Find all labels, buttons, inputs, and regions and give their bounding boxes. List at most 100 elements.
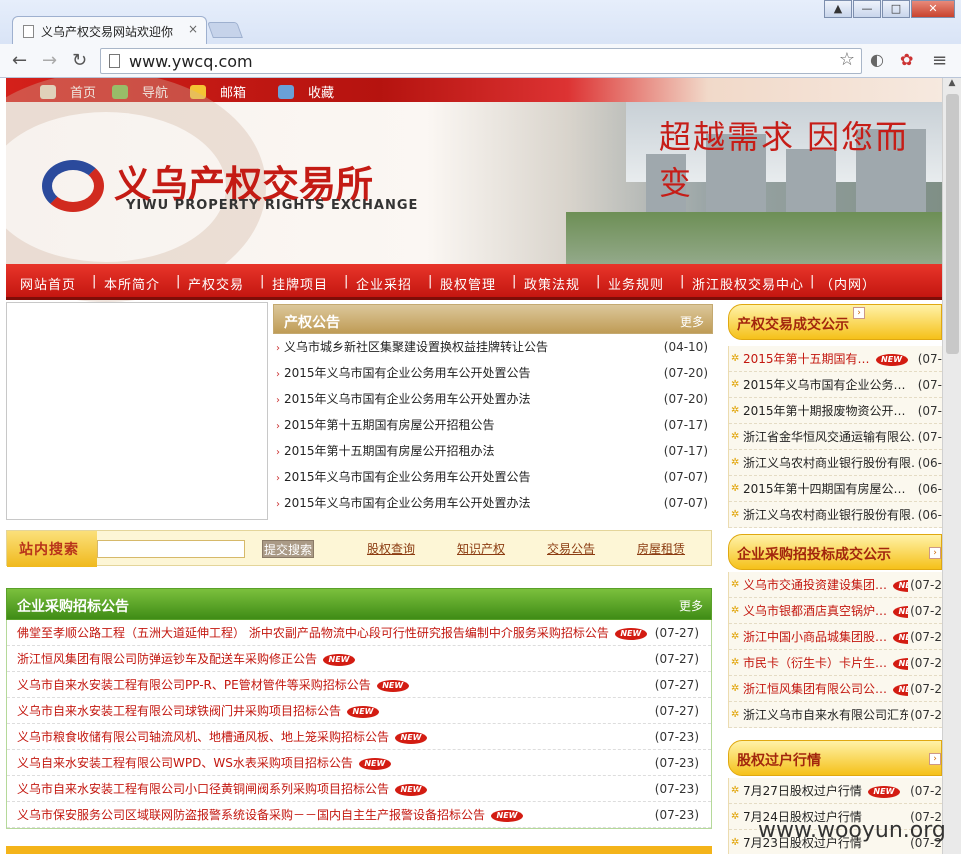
bids-item[interactable]: ✲义乌市交通投资建设集团…NEW(07-2	[729, 572, 942, 598]
procurement-more-link[interactable]: 更多	[679, 597, 703, 614]
procurement-item-text[interactable]: 浙江恒风集团有限公司防弹运钞车及配送车采购修正公告	[17, 652, 317, 666]
search-submit-button[interactable]: 提交搜索	[262, 540, 314, 558]
procurement-item-text[interactable]: 义乌自来水安装工程有限公司WPD、WS水表采购项目招标公告	[17, 756, 353, 770]
browser-tab[interactable]: 义乌产权交易网站欢迎你 ×	[12, 16, 207, 44]
reload-icon[interactable]: ↻	[72, 50, 87, 71]
notice-item[interactable]: › 2015年第十五期国有房屋公开招租公告 (07-17)	[276, 412, 708, 438]
tab-close-icon[interactable]: ×	[188, 22, 198, 36]
deals-item[interactable]: ✲ 浙江省金华恒风交通运输有限公… (07-	[729, 424, 942, 450]
equity-item[interactable]: ✲ 7月27日股权过户行情 NEW (07-2	[729, 778, 942, 804]
nav-about[interactable]: 本所简介	[104, 274, 160, 293]
bids-item-text[interactable]: 义乌市银都酒店真空锅炉…	[743, 604, 887, 618]
close-window-button[interactable]: ✕	[911, 0, 955, 18]
menu-icon[interactable]: ≡	[932, 50, 947, 71]
bids-item[interactable]: ✲市民卡（衍生卡）卡片生…NEW(07-2	[729, 650, 942, 676]
notice-item[interactable]: › 2015年义乌市国有企业公务用车公开处置公告 (07-07)	[276, 464, 708, 490]
notice-item[interactable]: › 义乌市城乡新社区集聚建设置换权益挂牌转让公告 (04-10)	[276, 334, 708, 360]
new-tab-button[interactable]	[207, 22, 243, 38]
deals-item[interactable]: ✲ 浙江义乌农村商业银行股份有限… (06-	[729, 502, 942, 528]
notice-item[interactable]: › 2015年义乌市国有企业公务用车公开处置办法 (07-20)	[276, 386, 708, 412]
nav-intranet[interactable]: （内网）	[820, 274, 876, 293]
trade-notice-link[interactable]: 交易公告	[547, 540, 595, 557]
notice-item-text[interactable]: 2015年义乌市国有企业公务用车公开处置公告	[284, 366, 531, 380]
nav-listing[interactable]: 挂牌项目	[272, 274, 328, 293]
bids-item-text[interactable]: 浙江中国小商品城集团股…	[743, 630, 887, 644]
procurement-item[interactable]: 佛堂至孝顺公路工程（五洲大道延伸工程） 浙中农副产品物流中心段可行性研究报告编制…	[7, 620, 711, 646]
extension-icon-2[interactable]: ✿	[900, 50, 913, 69]
bids-item[interactable]: ✲ 浙江义乌市自来水有限公司汇东… (07-2	[729, 702, 942, 728]
deals-item-text[interactable]: 2015年义乌市国有企业公务…	[743, 378, 906, 392]
arrow-right-icon[interactable]: ›	[929, 753, 941, 765]
procurement-item[interactable]: 义乌市自来水安装工程有限公司PP-R、PE管材管件等采购招标公告 NEW (07-2…	[7, 672, 711, 698]
search-input[interactable]	[97, 540, 245, 558]
equity-item-text[interactable]: 7月27日股权过户行情	[743, 784, 862, 798]
procurement-item-text[interactable]: 义乌市自来水安装工程有限公司PP-R、PE管材管件等采购招标公告	[17, 678, 371, 692]
maximize-button[interactable]: □	[882, 0, 910, 18]
deals-item[interactable]: ✲ 浙江义乌农村商业银行股份有限… (06-	[729, 450, 942, 476]
procurement-item-text[interactable]: 义乌市粮食收储有限公司轴流风机、地槽通风板、地上笼采购招标公告	[17, 730, 389, 744]
notice-item[interactable]: › 2015年义乌市国有企业公务用车公开处置公告 (07-20)	[276, 360, 708, 386]
bids-item-text[interactable]: 义乌市交通投资建设集团…	[743, 578, 887, 592]
bookmark-star-icon[interactable]: ☆	[839, 49, 855, 70]
nav-rules[interactable]: 业务规则	[608, 274, 664, 293]
scroll-thumb[interactable]	[946, 94, 959, 354]
bullet-icon: ✲	[731, 709, 740, 720]
bids-item-text[interactable]: 浙江义乌市自来水有限公司汇东…	[743, 708, 923, 722]
nav-procurement[interactable]: 企业采招	[356, 274, 412, 293]
arrow-right-icon[interactable]: ›	[853, 307, 865, 319]
notice-item-text[interactable]: 义乌市城乡新社区集聚建设置换权益挂牌转让公告	[284, 340, 548, 354]
procurement-item[interactable]: 义乌自来水安装工程有限公司WPD、WS水表采购项目招标公告 NEW (07-23)	[7, 750, 711, 776]
nav-trade[interactable]: 产权交易	[188, 274, 244, 293]
ip-link[interactable]: 知识产权	[457, 540, 505, 557]
deals-item-text[interactable]: 2015年第十四期国有房屋公…	[743, 482, 906, 496]
procurement-item[interactable]: 义乌市粮食收储有限公司轴流风机、地槽通风板、地上笼采购招标公告 NEW (07-23…	[7, 724, 711, 750]
extension-icon[interactable]: ◐	[870, 50, 884, 69]
notice-item-text[interactable]: 2015年义乌市国有企业公务用车公开处置办法	[284, 392, 531, 406]
notice-more-link[interactable]: 更多	[680, 313, 704, 330]
procurement-item-text[interactable]: 义乌市自来水安装工程有限公司球铁阀门井采购项目招标公告	[17, 704, 341, 718]
deals-item-text[interactable]: 浙江义乌农村商业银行股份有限…	[743, 508, 923, 522]
nav-policy[interactable]: 政策法规	[524, 274, 580, 293]
bids-item-text[interactable]: 市民卡（衍生卡）卡片生…	[743, 656, 887, 670]
bids-item[interactable]: ✲义乌市银都酒店真空锅炉…NEW(07-2	[729, 598, 942, 624]
logo-english: YIWU PROPERTY RIGHTS EXCHANGE	[126, 198, 419, 213]
procurement-item-text[interactable]: 义乌市保安服务公司区域联网防盗报警系统设备采购－－国内自主生产报警设备招标公告	[17, 808, 485, 822]
deals-item-text[interactable]: 2015年第十期报废物资公开…	[743, 404, 906, 418]
address-bar[interactable]: www.ywcq.com ☆	[100, 48, 862, 74]
deals-item[interactable]: ✲ 2015年义乌市国有企业公务… (07-	[729, 372, 942, 398]
equity-query-link[interactable]: 股权查询	[367, 540, 415, 557]
notice-item-text[interactable]: 2015年第十五期国有房屋公开招租办法	[284, 444, 495, 458]
bids-item[interactable]: ✲浙江恒风集团有限公司公…NEW(07-2	[729, 676, 942, 702]
notice-item[interactable]: › 2015年义乌市国有企业公务用车公开处置办法 (07-07)	[276, 490, 708, 516]
procurement-item-text[interactable]: 义乌市自来水安装工程有限公司小口径黄铜闸阀系列采购项目招标公告	[17, 782, 389, 796]
forward-arrow-icon[interactable]: →	[42, 50, 57, 71]
procurement-item[interactable]: 义乌市自来水安装工程有限公司球铁阀门井采购项目招标公告 NEW (07-27)	[7, 698, 711, 724]
notice-item-text[interactable]: 2015年义乌市国有企业公务用车公开处置办法	[284, 496, 531, 510]
notice-item[interactable]: › 2015年第十五期国有房屋公开招租办法 (07-17)	[276, 438, 708, 464]
notice-item-text[interactable]: 2015年义乌市国有企业公务用车公开处置公告	[284, 470, 531, 484]
procurement-item[interactable]: 浙江恒风集团有限公司防弹运钞车及配送车采购修正公告 NEW (07-27)	[7, 646, 711, 672]
arrow-right-icon[interactable]: ›	[929, 547, 941, 559]
house-rental-link[interactable]: 房屋租赁	[637, 540, 685, 557]
bids-item[interactable]: ✲浙江中国小商品城集团股…NEW(07-2	[729, 624, 942, 650]
deals-item-text[interactable]: 浙江义乌农村商业银行股份有限…	[743, 456, 923, 470]
procurement-item-text[interactable]: 佛堂至孝顺公路工程（五洲大道延伸工程） 浙中农副产品物流中心段可行性研究报告编制…	[17, 626, 609, 640]
procurement-item[interactable]: 义乌市自来水安装工程有限公司小口径黄铜闸阀系列采购项目招标公告 NEW (07-23…	[7, 776, 711, 802]
minimize-button[interactable]: —	[853, 0, 881, 18]
deals-item-text[interactable]: 2015年第十五期国有…	[743, 352, 870, 366]
back-arrow-icon[interactable]: ←	[12, 50, 27, 71]
deals-item[interactable]: ✲ 2015年第十四期国有房屋公… (06-	[729, 476, 942, 502]
nav-home[interactable]: 网站首页	[20, 274, 76, 293]
procurement-item[interactable]: 义乌市保安服务公司区域联网防盗报警系统设备采购－－国内自主生产报警设备招标公告 N…	[7, 802, 711, 828]
topbar-favorites[interactable]: 收藏	[278, 82, 334, 101]
deals-item-text[interactable]: 浙江省金华恒风交通运输有限公…	[743, 430, 923, 444]
nav-equity[interactable]: 股权管理	[440, 274, 496, 293]
notice-item-text[interactable]: 2015年第十五期国有房屋公开招租公告	[284, 418, 495, 432]
deals-item[interactable]: ✲ 2015年第十五期国有… NEW (07-	[729, 346, 942, 372]
deals-item[interactable]: ✲ 2015年第十期报废物资公开… (07-	[729, 398, 942, 424]
nav-zhejiang-center[interactable]: 浙江股权交易中心	[692, 274, 804, 293]
bids-item-text[interactable]: 浙江恒风集团有限公司公…	[743, 682, 887, 696]
scroll-up-icon[interactable]: ▲	[943, 78, 961, 92]
profile-button[interactable]: ▲	[824, 0, 852, 18]
page-scrollbar[interactable]: ▲	[942, 78, 961, 854]
